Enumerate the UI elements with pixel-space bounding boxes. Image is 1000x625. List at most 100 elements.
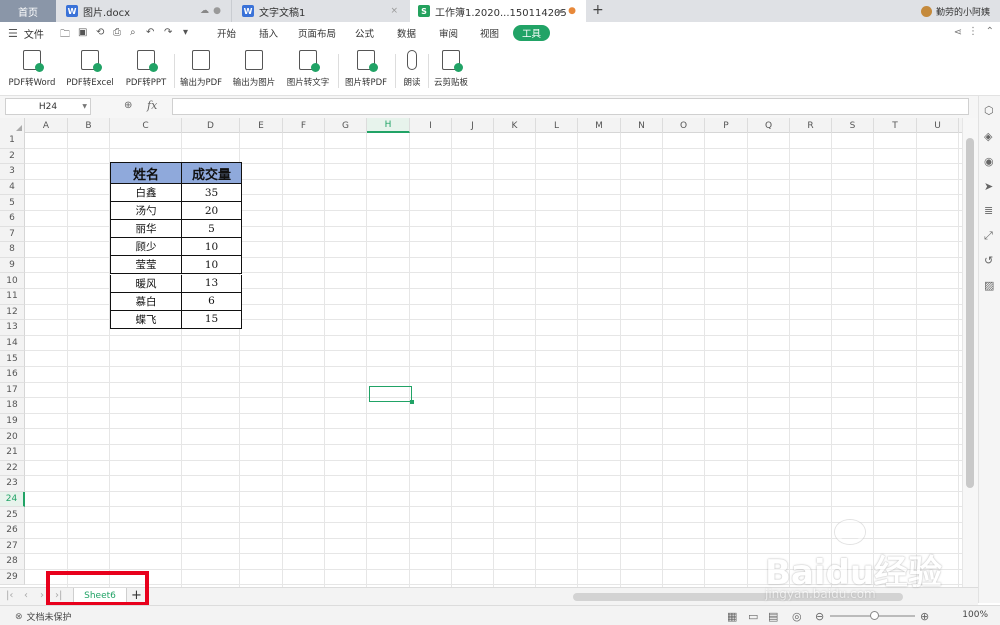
menu-formula[interactable]: 公式: [355, 26, 374, 40]
menu-data[interactable]: 数据: [397, 26, 416, 40]
user-account[interactable]: 勤劳的小阿姨: [920, 0, 990, 22]
table-cell[interactable]: 蝶飞: [110, 310, 182, 329]
image-to-pdf-button[interactable]: 图片转PDF: [344, 50, 388, 88]
row-header[interactable]: 19: [0, 413, 25, 430]
cloud-clipboard-button[interactable]: 云剪贴板: [432, 50, 470, 88]
row-header[interactable]: 1: [0, 133, 25, 149]
menu-tools[interactable]: 工具: [513, 25, 551, 41]
column-header[interactable]: K: [494, 118, 536, 133]
menu-view[interactable]: 视图: [480, 26, 499, 40]
row-header[interactable]: 27: [0, 538, 25, 555]
collapse-ribbon-icon[interactable]: ⌃: [986, 26, 994, 37]
table-header-cell[interactable]: 姓名: [110, 162, 182, 184]
column-header[interactable]: E: [240, 118, 283, 133]
prev-sheet-icon[interactable]: ‹: [24, 590, 28, 601]
column-header[interactable]: N: [621, 118, 663, 133]
column-header[interactable]: U: [917, 118, 959, 133]
column-header[interactable]: J: [452, 118, 494, 133]
column-header[interactable]: F: [283, 118, 325, 133]
column-header[interactable]: L: [536, 118, 578, 133]
table-cell[interactable]: 慕白: [110, 292, 182, 311]
new-tab-button[interactable]: +: [592, 2, 604, 18]
column-header[interactable]: M: [578, 118, 621, 133]
column-header[interactable]: G: [325, 118, 367, 133]
row-header[interactable]: 25: [0, 507, 25, 523]
image-icon[interactable]: ▨: [984, 279, 994, 292]
table-cell[interactable]: 顾少: [110, 238, 182, 257]
row-header[interactable]: 11: [0, 289, 25, 305]
row-header[interactable]: 8: [0, 242, 25, 258]
column-header[interactable]: A: [25, 118, 68, 133]
row-header[interactable]: 18: [0, 398, 25, 414]
row-header[interactable]: 22: [0, 460, 25, 477]
eye-protection-icon[interactable]: ◎: [792, 610, 802, 623]
tab-doc-text[interactable]: W 文字文稿1 ×: [234, 0, 408, 22]
print-preview-icon[interactable]: ⌕: [130, 27, 136, 38]
row-header[interactable]: 26: [0, 523, 25, 539]
next-sheet-icon[interactable]: ›: [40, 590, 44, 601]
export-image-button[interactable]: 输出为图片: [232, 50, 276, 88]
redo-icon[interactable]: ↷: [164, 27, 172, 38]
column-header[interactable]: C: [110, 118, 182, 133]
table-cell[interactable]: 5: [181, 220, 242, 239]
normal-view-icon[interactable]: ▦: [727, 610, 737, 623]
column-header[interactable]: T: [874, 118, 917, 133]
pdf-to-excel-button[interactable]: PDF转Excel: [66, 50, 114, 88]
compass-icon[interactable]: ◉: [984, 155, 994, 168]
page-break-view-icon[interactable]: ▤: [768, 610, 778, 623]
column-header[interactable]: I: [410, 118, 452, 133]
resize-icon[interactable]: ⤢: [984, 229, 993, 243]
row-header[interactable]: 24: [0, 491, 25, 508]
table-cell[interactable]: 13: [181, 274, 242, 293]
row-header[interactable]: 13: [0, 320, 25, 336]
zoom-level[interactable]: 100%: [962, 610, 988, 620]
menu-insert[interactable]: 插入: [259, 26, 278, 40]
column-header[interactable]: O: [663, 118, 705, 133]
row-header[interactable]: 29: [0, 569, 25, 586]
table-header-cell[interactable]: 成交量: [181, 162, 242, 184]
row-header[interactable]: 10: [0, 273, 25, 289]
table-cell[interactable]: 暖风: [110, 274, 182, 293]
export-pdf-button[interactable]: 输出为PDF: [179, 50, 223, 88]
file-menu[interactable]: ☰ 文件: [8, 22, 44, 44]
print-icon[interactable]: ⎙: [113, 27, 121, 38]
row-header[interactable]: 15: [0, 351, 25, 367]
column-header[interactable]: Q: [748, 118, 790, 133]
column-header[interactable]: D: [182, 118, 240, 133]
image-to-text-button[interactable]: 图片转文字: [285, 50, 331, 88]
save-icon[interactable]: ▣: [78, 27, 87, 38]
scroll-thumb[interactable]: [966, 138, 974, 488]
document-protection-status[interactable]: ⊗ 文档未保护: [15, 610, 72, 624]
open-folder-icon[interactable]: 🗀: [60, 27, 70, 44]
menu-review[interactable]: 审阅: [439, 26, 458, 40]
cloud-sync-icon[interactable]: ⟲: [96, 27, 104, 38]
table-cell[interactable]: 20: [181, 202, 242, 221]
row-header[interactable]: 12: [0, 304, 25, 321]
shapes-icon[interactable]: ⬡: [984, 104, 994, 117]
filter-settings-icon[interactable]: ≣: [984, 204, 993, 217]
zoom-slider-handle[interactable]: [870, 611, 879, 620]
tab-home[interactable]: 首页: [0, 0, 56, 22]
table-cell[interactable]: 莹莹: [110, 256, 182, 275]
tab-close-icon[interactable]: ×: [390, 6, 398, 16]
row-header[interactable]: 2: [0, 148, 25, 165]
page-layout-view-icon[interactable]: ▭: [748, 610, 758, 623]
column-header[interactable]: B: [68, 118, 110, 133]
zoom-slider[interactable]: [830, 611, 915, 620]
row-header[interactable]: 6: [0, 211, 25, 227]
select-all-corner[interactable]: [0, 118, 25, 133]
formula-input[interactable]: [172, 98, 969, 115]
row-header[interactable]: 23: [0, 476, 25, 492]
customize-toolbar-icon[interactable]: ▾: [183, 27, 188, 38]
more-icon[interactable]: ⋮: [968, 26, 978, 37]
share-icon[interactable]: ⋖: [954, 27, 962, 38]
pdf-to-word-button[interactable]: PDF转Word: [8, 50, 56, 88]
row-header[interactable]: 3: [0, 164, 25, 180]
undo-icon[interactable]: ↶: [146, 27, 154, 38]
history-icon[interactable]: ↺: [984, 254, 993, 267]
row-header[interactable]: 5: [0, 195, 25, 211]
menu-page-layout[interactable]: 页面布局: [298, 26, 336, 40]
row-header[interactable]: 20: [0, 429, 25, 445]
pointer-icon[interactable]: ➤: [984, 180, 993, 193]
table-cell[interactable]: 白鑫: [110, 184, 182, 203]
